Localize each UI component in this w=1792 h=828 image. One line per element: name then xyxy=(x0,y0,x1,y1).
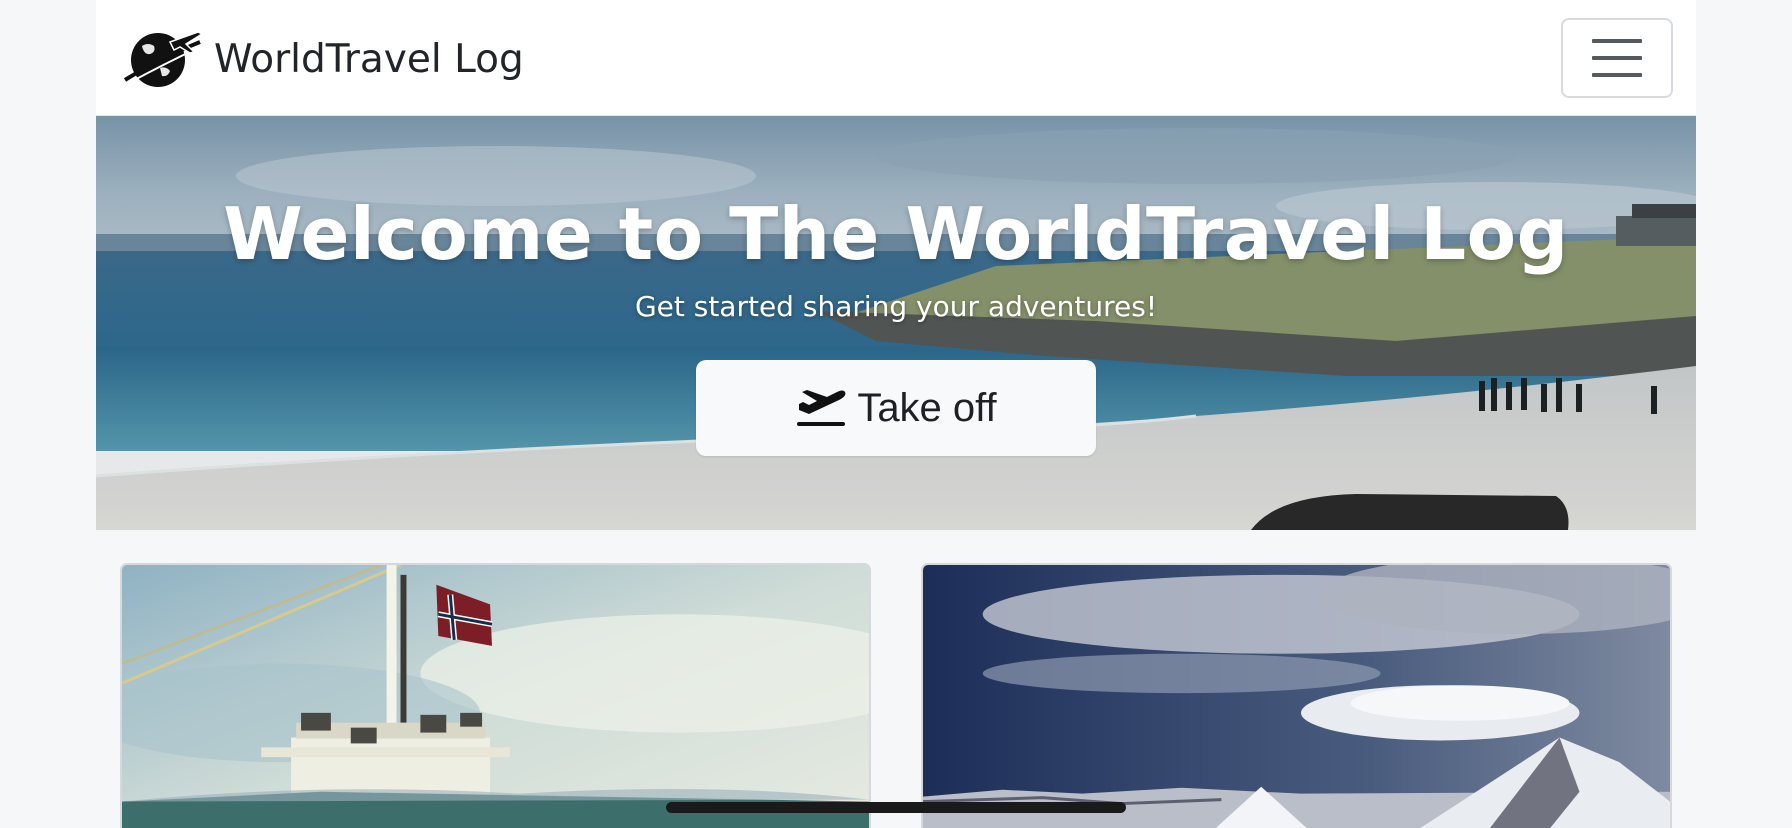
hamburger-icon xyxy=(1592,39,1642,43)
take-off-button[interactable]: Take off xyxy=(696,360,1096,456)
brand-link[interactable]: WorldTravel Log xyxy=(120,28,524,90)
hamburger-icon-bar xyxy=(1592,56,1642,60)
plane-departure-icon xyxy=(797,390,846,426)
menu-toggle-button[interactable] xyxy=(1561,18,1673,98)
brand-name: WorldTravel Log xyxy=(214,36,524,82)
destination-card[interactable] xyxy=(921,563,1672,828)
hero-subtitle: Get started sharing your adventures! xyxy=(634,290,1158,323)
snowy-mountain-peaks-photo xyxy=(923,565,1670,828)
take-off-label: Take off xyxy=(857,385,997,430)
page: WorldTravel Log Welcome to The WorldTrav… xyxy=(96,0,1696,828)
destination-card[interactable] xyxy=(120,563,871,828)
hero-title: Welcome to The WorldTravel Log xyxy=(223,192,1569,276)
home-indicator xyxy=(666,802,1126,813)
navbar: WorldTravel Log xyxy=(96,0,1696,116)
beach-background-image xyxy=(96,116,1696,530)
hamburger-icon-bar xyxy=(1592,73,1642,77)
globe-airplane-icon xyxy=(123,31,204,87)
hero-banner: Welcome to The WorldTravel Log Get start… xyxy=(96,116,1696,530)
ship-mast-with-flag-photo xyxy=(122,565,869,828)
